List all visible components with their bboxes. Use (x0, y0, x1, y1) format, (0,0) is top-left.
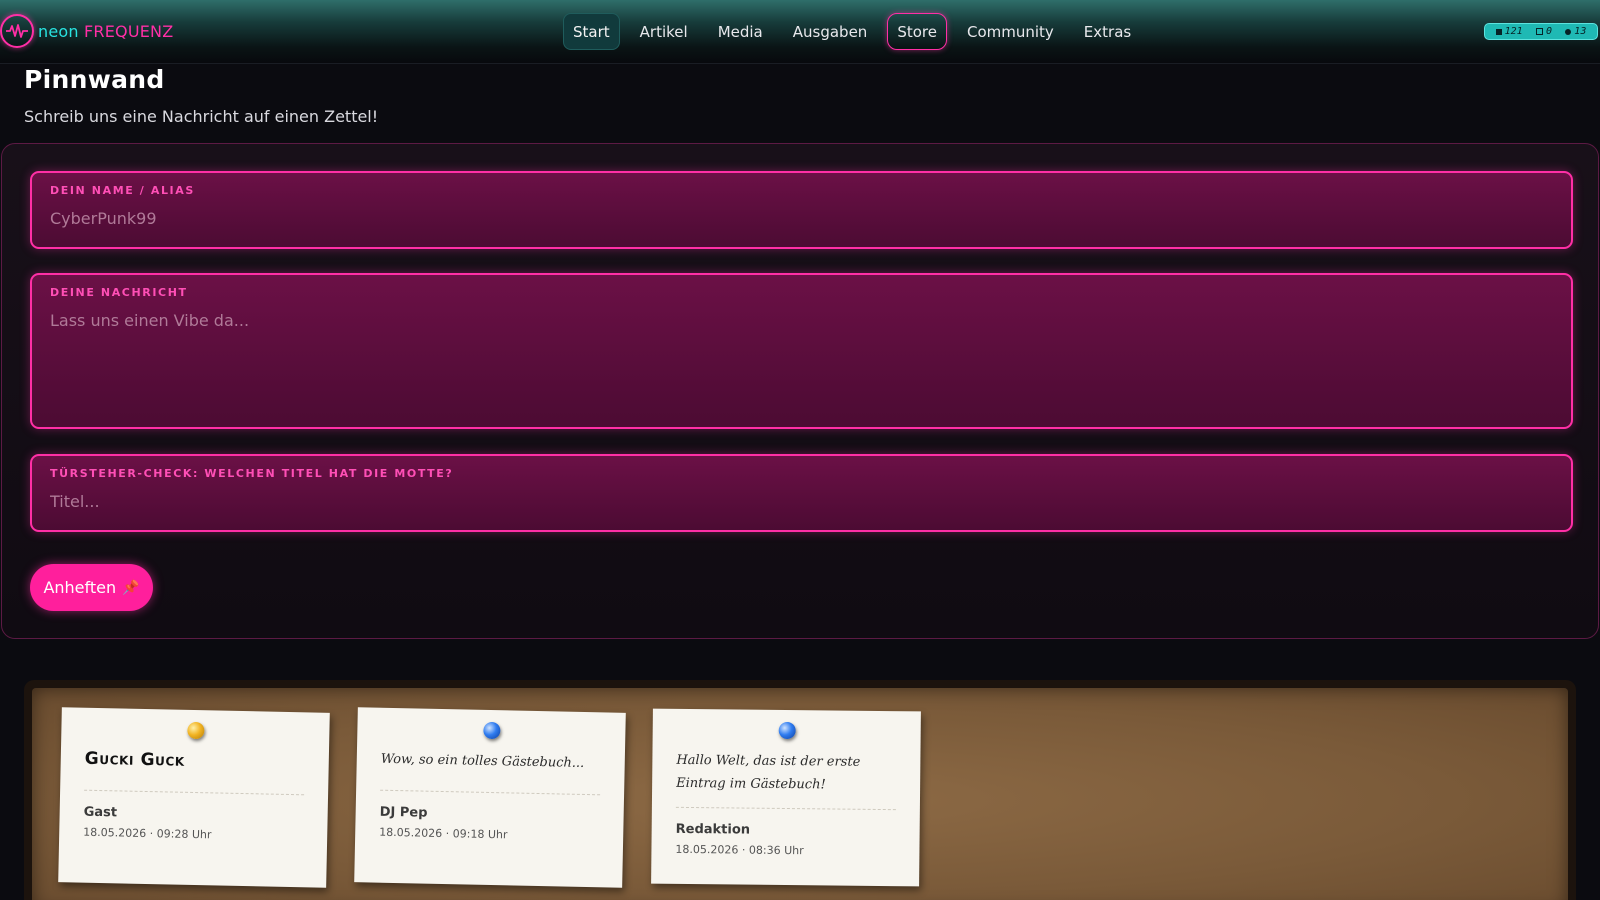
note-author: Gast (83, 804, 118, 821)
submit-pin-button[interactable]: Anheften 📌 (30, 564, 153, 611)
visitor-stats-badge: 121 0 13 (1484, 23, 1598, 40)
nav-item-extras[interactable]: Extras (1074, 13, 1141, 50)
name-field-label: DEIN NAME / ALIAS (50, 184, 195, 197)
page-title: Pinnwand (24, 65, 165, 94)
note-divider (84, 789, 305, 796)
nav-item-community[interactable]: Community (957, 13, 1064, 50)
stat-c: 13 (1565, 26, 1586, 37)
dot-icon (1565, 28, 1572, 35)
stat-c-value: 13 (1574, 26, 1587, 37)
note-card: Hallo Welt, das ist der erste Eintrag im… (651, 708, 921, 887)
note-date: 18.05.2026 · 09:28 Uhr (83, 825, 212, 842)
site-header: neon FREQUENZ Start Artikel Media Ausgab… (0, 0, 1600, 64)
note-date: 18.05.2026 · 09:18 Uhr (379, 825, 508, 842)
nav-item-start[interactable]: Start (563, 13, 620, 50)
stat-a: 121 (1495, 26, 1523, 37)
square-icon (1495, 28, 1502, 35)
stat-b: 0 (1535, 26, 1553, 37)
message-field-box: DEINE NACHRICHT (30, 273, 1573, 429)
submit-pin-label: Anheften (43, 578, 117, 597)
guestbook-form: DEIN NAME / ALIAS DEINE NACHRICHT TÜRSTE… (1, 143, 1599, 639)
note-text: Gucki Guck (84, 748, 185, 771)
check-input[interactable] (50, 492, 1553, 511)
pushpin-yellow-icon (187, 721, 205, 740)
waveform-icon (0, 14, 34, 48)
message-input[interactable] (50, 311, 1553, 401)
cork-board-surface: Gucki Guck Gast 18.05.2026 · 09:28 Uhr W… (32, 688, 1568, 900)
note-date: 18.05.2026 · 08:36 Uhr (675, 842, 804, 858)
note-divider (380, 789, 601, 796)
square-outline-icon (1535, 28, 1543, 35)
main-nav: Start Artikel Media Ausgaben Store Commu… (563, 13, 1151, 50)
note-divider (675, 806, 896, 811)
stat-a-value: 121 (1504, 26, 1523, 37)
note-text: Hallo Welt, das ist der erste Eintrag im… (676, 752, 861, 793)
note-text: Wow, so ein tolles Gästebuch... (380, 751, 585, 771)
message-field-label: DEINE NACHRICHT (50, 286, 188, 299)
pushpin-icon: 📌 (122, 579, 140, 596)
logo-text: neon FREQUENZ (38, 22, 173, 41)
check-field-box: TÜRSTEHER-CHECK: WELCHEN TITEL HAT DIE M… (30, 454, 1573, 532)
cork-board: Gucki Guck Gast 18.05.2026 · 09:28 Uhr W… (24, 680, 1576, 900)
stat-b-value: 0 (1545, 26, 1553, 37)
note-card: Wow, so ein tolles Gästebuch... DJ Pep 1… (354, 707, 626, 888)
page-subtitle: Schreib uns eine Nachricht auf einen Zet… (24, 107, 379, 126)
logo-text-frequenz: FREQUENZ (84, 21, 174, 41)
nav-item-media[interactable]: Media (708, 13, 773, 50)
logo-text-neon: neon (38, 21, 79, 41)
name-input[interactable] (50, 209, 1553, 228)
nav-item-store[interactable]: Store (887, 13, 947, 50)
note-author: DJ Pep (379, 804, 428, 821)
nav-item-ausgaben[interactable]: Ausgaben (783, 13, 878, 50)
pushpin-blue-icon (778, 721, 796, 740)
check-field-label: TÜRSTEHER-CHECK: WELCHEN TITEL HAT DIE M… (50, 467, 454, 480)
logo[interactable]: neon FREQUENZ (0, 14, 173, 48)
note-card: Gucki Guck Gast 18.05.2026 · 09:28 Uhr (58, 707, 330, 888)
nav-item-artikel[interactable]: Artikel (630, 13, 698, 50)
note-author: Redaktion (675, 821, 751, 838)
pushpin-blue-icon (483, 721, 501, 740)
name-field-box: DEIN NAME / ALIAS (30, 171, 1573, 249)
